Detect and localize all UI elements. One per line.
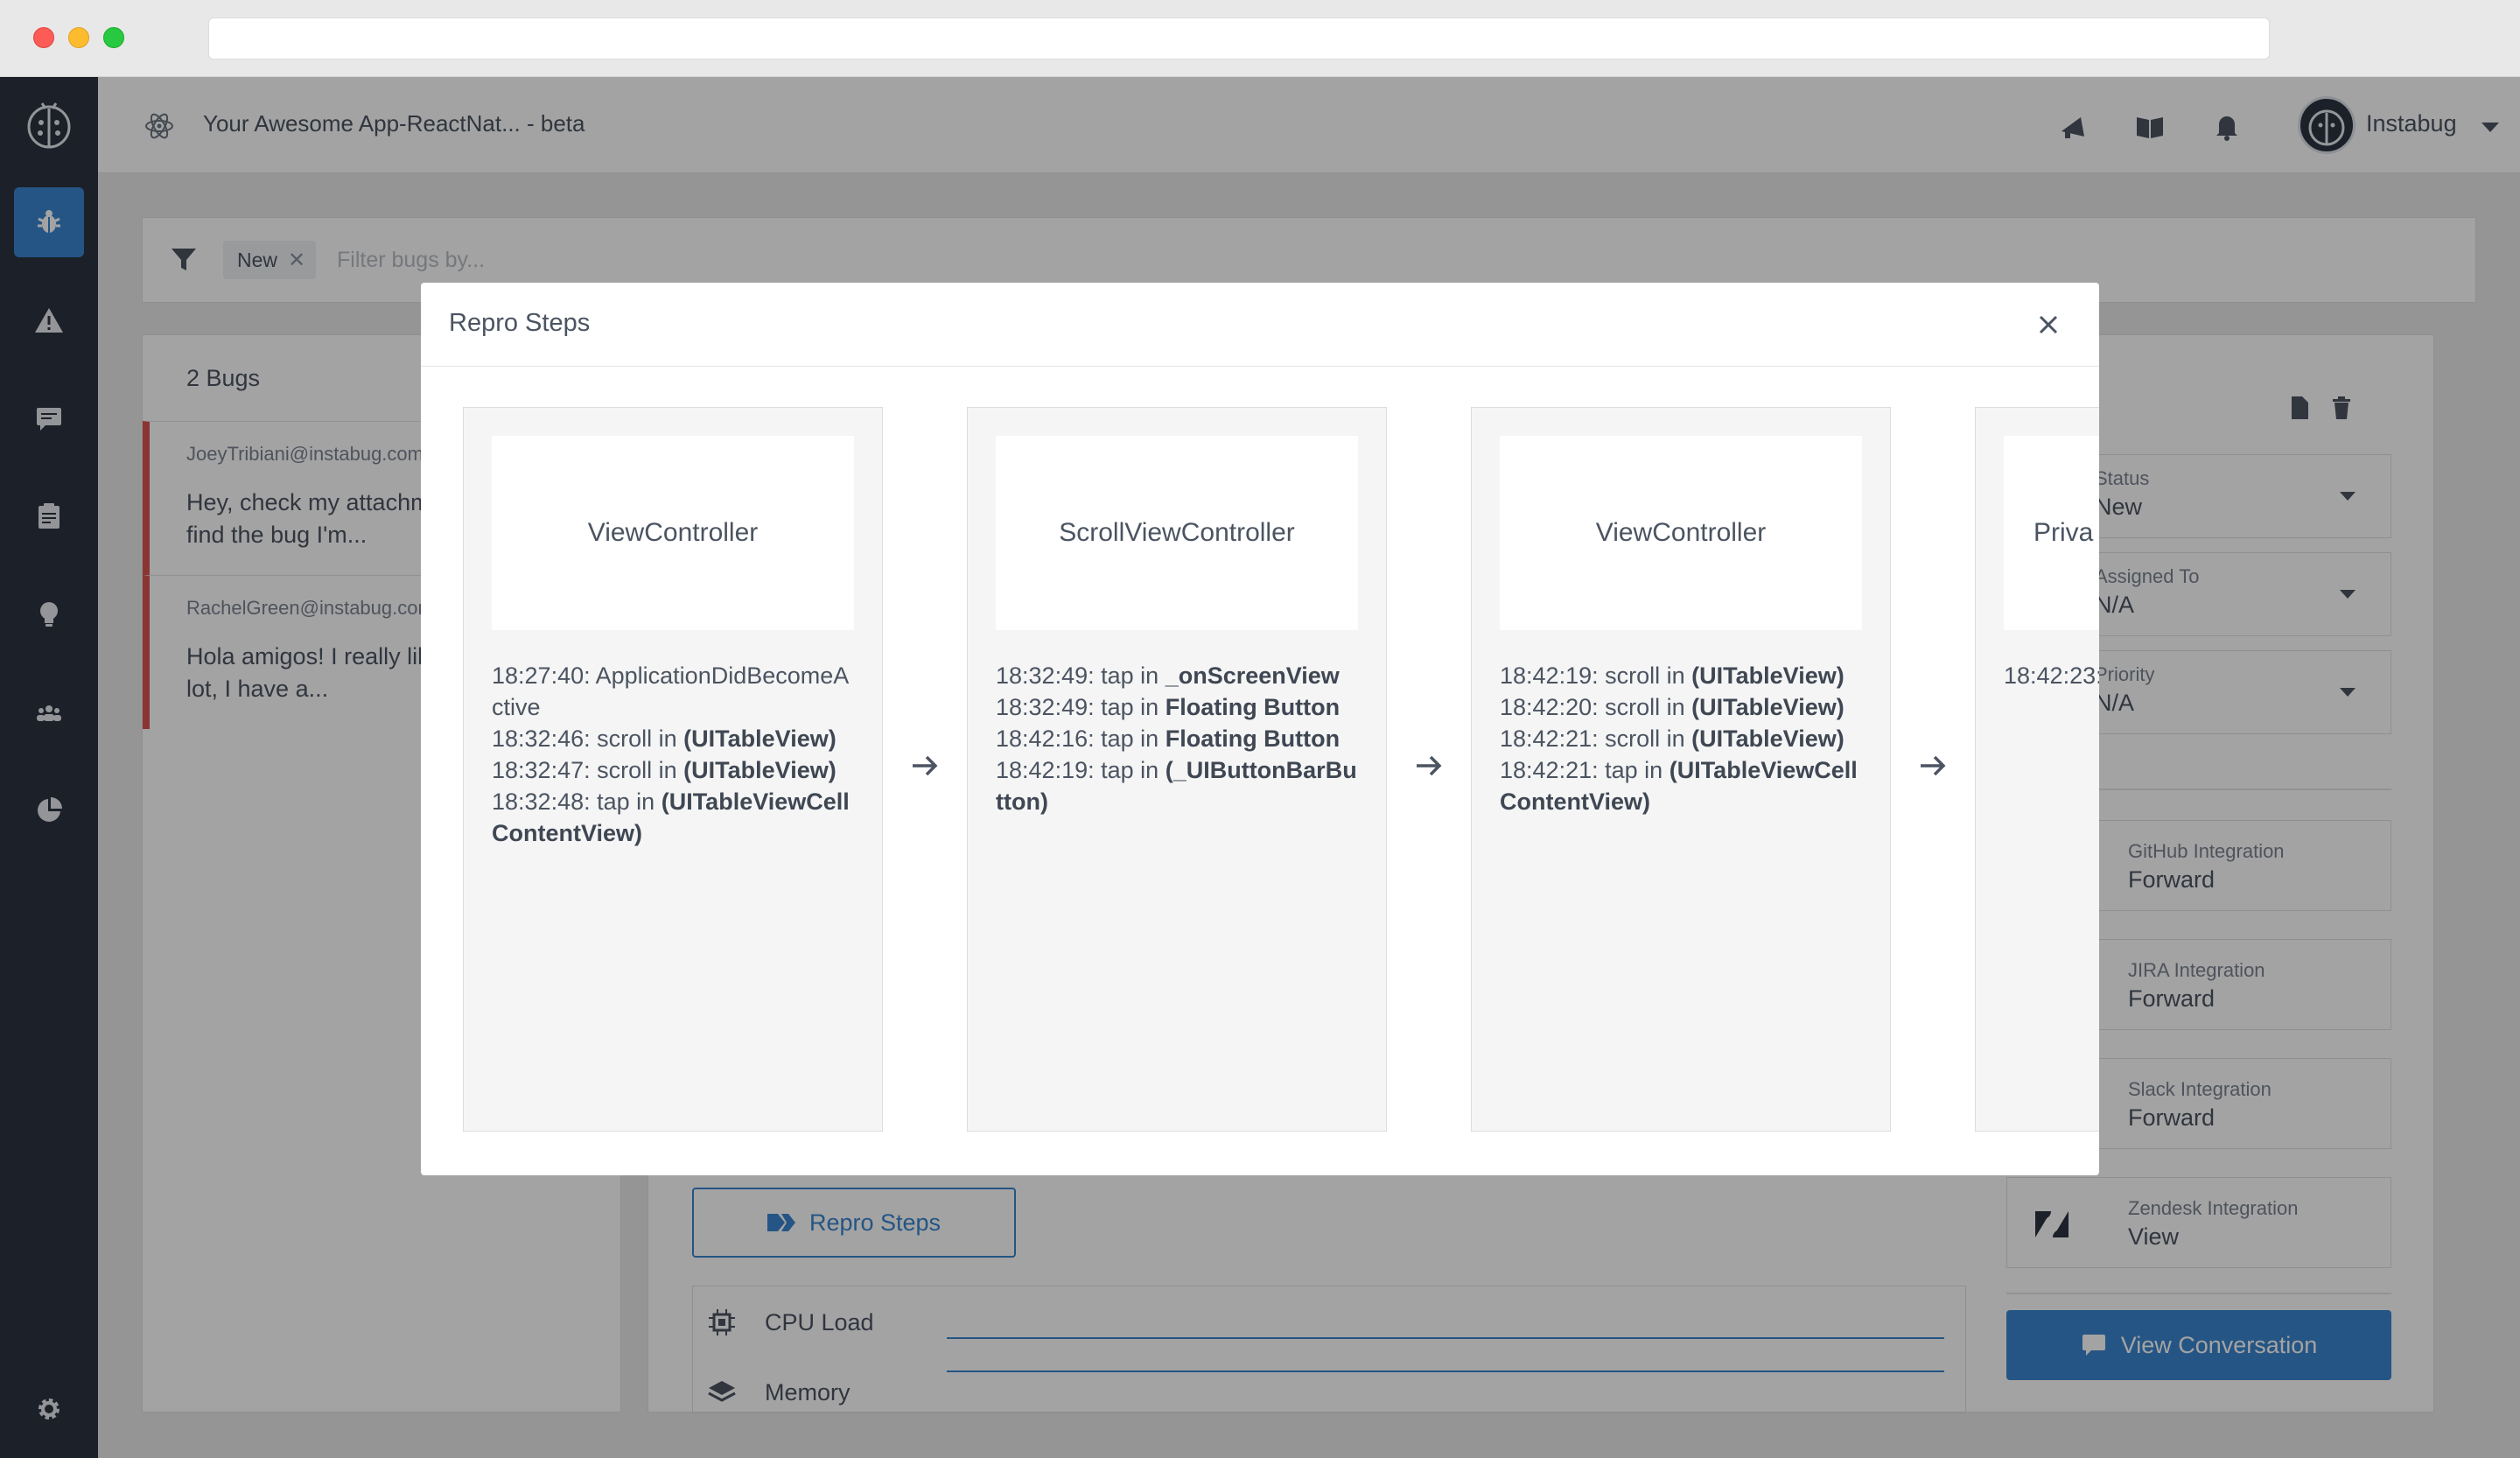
event-target: (UITableView): [683, 757, 836, 783]
step-event: 18:42:19: scroll in (UITableView): [1500, 660, 1867, 691]
event-target: Floating Button: [1165, 725, 1340, 752]
step-event: 18:42:21: tap in (UITableViewCellContent…: [1500, 754, 1867, 817]
step-card[interactable]: ScrollViewController 18:32:49: tap in _on…: [967, 407, 1387, 1132]
event-action: scroll in: [597, 757, 677, 783]
close-icon: [2039, 315, 2058, 334]
event-time: 18:32:49:: [996, 694, 1095, 720]
event-action: scroll in: [1605, 725, 1685, 752]
modal-header: Repro Steps: [421, 283, 2099, 367]
event-action: tap in: [1101, 694, 1159, 720]
event-target: (UITableView): [1691, 662, 1844, 689]
step-event: 18:42:20: scroll in (UITableView): [1500, 691, 1867, 723]
step-event: 18:32:46: scroll in (UITableView): [492, 723, 859, 754]
event-action: tap in: [597, 789, 655, 815]
event-time: 18:42:21:: [1500, 757, 1599, 783]
event-target: (UITableView): [1691, 694, 1844, 720]
step-card[interactable]: Priva 18:42:23:: [1975, 407, 2099, 1132]
window-maximize-button[interactable]: [103, 27, 124, 48]
event-action: tap in: [1101, 662, 1159, 689]
arrow-right-icon: [1417, 755, 1442, 776]
step-screen-name: Priva: [2004, 436, 2099, 630]
event-time: 18:42:16:: [996, 725, 1095, 752]
step-screen-name: ViewController: [492, 436, 854, 630]
address-bar[interactable]: [208, 18, 2270, 60]
arrow-right-icon: [913, 755, 938, 776]
step-event: 18:32:49: tap in _onScreenView: [996, 660, 1363, 691]
event-target: Floating Button: [1165, 694, 1340, 720]
event-action: tap in: [1605, 757, 1663, 783]
repro-steps-modal: Repro Steps ViewController 18:27:40: Appl…: [421, 283, 2099, 1175]
step-events: 18:32:49: tap in _onScreenView 18:32:49: …: [996, 660, 1363, 817]
modal-title: Repro Steps: [449, 309, 591, 337]
step-card[interactable]: ViewController 18:42:19: scroll in (UITab…: [1471, 407, 1891, 1132]
event-time: 18:42:19:: [996, 757, 1095, 783]
event-target: (UITableView): [683, 725, 836, 752]
event-action: tap in: [1101, 757, 1159, 783]
step-event: 18:27:40: ApplicationDidBecomeActive: [492, 660, 859, 723]
step-event: 18:42:16: tap in Floating Button: [996, 723, 1363, 754]
step-card[interactable]: ViewController 18:27:40: ApplicationDidBe…: [463, 407, 883, 1132]
steps-timeline: ViewController 18:27:40: ApplicationDidBe…: [421, 367, 2099, 1175]
event-time: 18:27:40:: [492, 662, 591, 689]
arrow-right-icon: [1921, 755, 1946, 776]
step-events: 18:27:40: ApplicationDidBecomeActive 18:3…: [492, 660, 859, 849]
event-time: 18:32:48:: [492, 789, 591, 815]
step-screen-name: ViewController: [1500, 436, 1862, 630]
step-event: 18:42:19: tap in (_UIButtonBarButton): [996, 754, 1363, 817]
step-events: 18:42:23:: [2004, 660, 2099, 691]
close-button[interactable]: [2029, 305, 2068, 344]
event-time: 18:32:47:: [492, 757, 591, 783]
event-time: 18:42:23:: [2004, 662, 2099, 689]
step-event: 18:32:48: tap in (UITableViewCellContent…: [492, 786, 859, 849]
event-action: scroll in: [1605, 694, 1685, 720]
event-action: scroll in: [597, 725, 677, 752]
event-target: _onScreenView: [1165, 662, 1340, 689]
browser-chrome: [0, 0, 2520, 77]
step-event: 18:42:21: scroll in (UITableView): [1500, 723, 1867, 754]
event-time: 18:32:46:: [492, 725, 591, 752]
event-action: scroll in: [1605, 662, 1685, 689]
step-event: 18:42:23:: [2004, 660, 2099, 691]
step-events: 18:42:19: scroll in (UITableView) 18:42:2…: [1500, 660, 1867, 817]
event-time: 18:42:19:: [1500, 662, 1599, 689]
event-time: 18:42:21:: [1500, 725, 1599, 752]
event-target: (UITableView): [1691, 725, 1844, 752]
event-time: 18:42:20:: [1500, 694, 1599, 720]
window-minimize-button[interactable]: [68, 27, 89, 48]
window-close-button[interactable]: [33, 27, 54, 48]
step-event: 18:32:49: tap in Floating Button: [996, 691, 1363, 723]
step-event: 18:32:47: scroll in (UITableView): [492, 754, 859, 786]
event-action: tap in: [1101, 725, 1159, 752]
event-time: 18:32:49:: [996, 662, 1095, 689]
step-screen-name: ScrollViewController: [996, 436, 1358, 630]
